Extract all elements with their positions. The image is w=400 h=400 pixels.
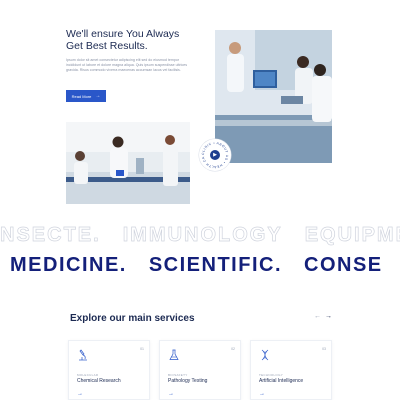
hero-title: We'll ensure You Always Get Best Results…	[66, 28, 180, 52]
arrow-right-icon: →	[77, 391, 83, 397]
lab-researchers-illustration	[66, 122, 190, 204]
dna-icon	[261, 349, 269, 361]
service-card-chemical-research[interactable]: 01 Molecular Chemical Research →	[68, 340, 150, 400]
ticker-outline-word: IMMUNOLOGY	[122, 224, 283, 246]
ticker-outline-row: NSECTE. IMMUNOLOGY EQUIPME	[0, 224, 400, 250]
hero-description: Ipsum dolor sit amet consectetur adipisc…	[66, 58, 188, 73]
card-number: 02	[231, 347, 235, 351]
services-nav: ← →	[314, 313, 332, 320]
play-video-badge[interactable]: CLINIC • ABOUT US • HEALTH CARE • ▶	[199, 139, 231, 171]
card-number: 03	[322, 347, 326, 351]
services-title: Explore our main services	[70, 313, 195, 324]
card-category: Technology	[259, 373, 284, 377]
lab-team-illustration	[215, 30, 332, 163]
ticker-solid-word: SCIENTIFIC.	[148, 254, 283, 276]
card-category: Molecular	[77, 373, 99, 377]
ticker-outline-word: EQUIPME	[304, 224, 400, 246]
arrow-right-icon[interactable]: →	[325, 313, 332, 320]
service-card-artificial-intelligence[interactable]: 03 Technology Artificial Intelligence →	[250, 340, 332, 400]
service-card-pathology-testing[interactable]: 02 Biosafety Pathology Testing →	[159, 340, 241, 400]
read-more-button[interactable]: Read More →	[66, 90, 106, 102]
lab-researchers-photo	[66, 122, 190, 204]
arrow-right-icon: →	[95, 93, 101, 99]
microscope-icon	[79, 349, 87, 361]
ticker-solid-word: MEDICINE.	[10, 254, 127, 276]
arrow-right-icon: →	[259, 391, 265, 397]
play-icon: ▶	[210, 150, 220, 160]
flask-icon	[169, 349, 179, 360]
about-section: We'll ensure You Always Get Best Results…	[0, 0, 400, 215]
arrow-right-icon: →	[168, 391, 174, 397]
card-category: Biosafety	[168, 373, 188, 377]
card-number: 01	[140, 347, 144, 351]
services-cards: 01 Molecular Chemical Research → 02 Bios…	[68, 340, 332, 400]
ticker-outline-word: NSECTE.	[0, 224, 101, 246]
card-title: Pathology Testing	[168, 378, 208, 384]
arrow-left-icon[interactable]: ←	[314, 313, 321, 320]
card-title: Chemical Research	[77, 378, 121, 384]
lab-team-photo	[215, 30, 332, 163]
ticker-solid-word: CONSE	[304, 254, 383, 276]
read-more-label: Read More	[71, 93, 92, 99]
ticker-solid-row: MEDICINE. SCIENTIFIC. CONSE	[0, 254, 400, 286]
card-title: Artificial Intelligence	[259, 378, 304, 384]
